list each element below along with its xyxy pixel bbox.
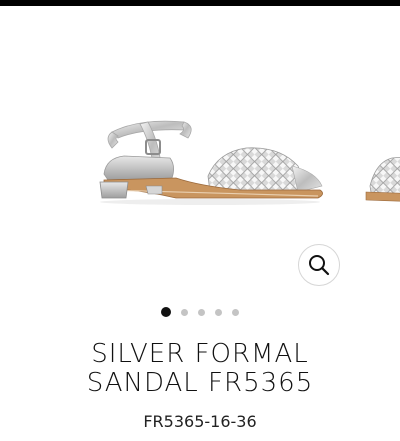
gallery-pagination bbox=[0, 306, 400, 318]
product-title-line-1: SILVER FORMAL bbox=[91, 339, 309, 369]
pagination-dot-3[interactable] bbox=[198, 308, 205, 316]
product-title: SILVER FORMAL SANDAL FR5365 bbox=[0, 340, 400, 398]
product-sku: FR5365-16-36 bbox=[143, 412, 257, 431]
product-title-line-2: SANDAL FR5365 bbox=[86, 368, 314, 398]
product-image-next[interactable] bbox=[362, 6, 400, 292]
zoom-button[interactable] bbox=[298, 244, 340, 286]
product-page: SILVER FORMAL SANDAL FR5365 FR5365-16-36 bbox=[0, 0, 400, 441]
product-image-gallery[interactable] bbox=[0, 6, 400, 292]
pagination-dot-1[interactable] bbox=[161, 307, 171, 317]
pagination-dot-4[interactable] bbox=[215, 308, 222, 316]
pagination-dot-5[interactable] bbox=[232, 308, 239, 316]
pagination-dot-2[interactable] bbox=[181, 308, 188, 316]
search-icon bbox=[309, 255, 330, 276]
